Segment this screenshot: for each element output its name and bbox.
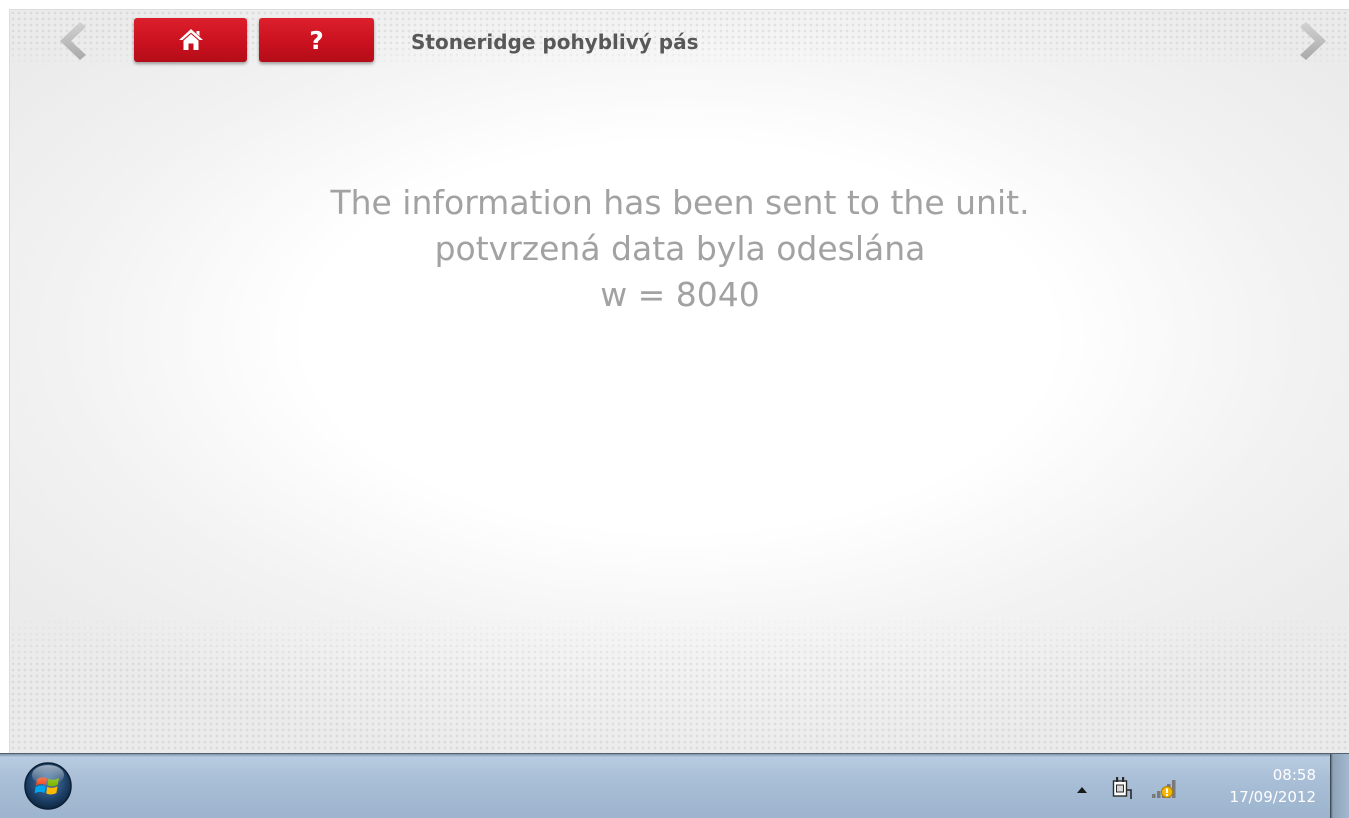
signal-status-button[interactable] [1150, 778, 1178, 800]
show-hidden-icons-button[interactable] [1075, 781, 1089, 793]
chevron-up-icon [1077, 787, 1087, 793]
page-title: Stoneridge pohyblivý pás [411, 30, 699, 54]
help-label: ? [309, 25, 324, 55]
power-status-button[interactable] [1111, 776, 1133, 800]
screen: ? Stoneridge pohyblivý pás The informati… [0, 0, 1349, 818]
help-button[interactable]: ? [259, 18, 374, 62]
next-arrow-button[interactable] [1296, 18, 1332, 64]
back-arrow-button[interactable] [54, 18, 90, 64]
message-line-czech: potvrzená data byla odeslána [434, 229, 926, 268]
message-line-value: w = 8040 [600, 275, 760, 314]
message-line-english: The information has been sent to the uni… [330, 183, 1030, 222]
windows-start-icon [24, 762, 72, 810]
status-message: The information has been sent to the uni… [10, 180, 1349, 318]
system-clock[interactable]: 08:58 17/09/2012 [1198, 764, 1316, 808]
clock-date: 17/09/2012 [1229, 788, 1316, 806]
taskbar: 08:58 17/09/2012 [0, 753, 1349, 818]
chevron-right-icon [1300, 22, 1326, 60]
home-button[interactable] [134, 18, 247, 62]
clock-time: 08:58 [1272, 766, 1316, 784]
chevron-left-icon [60, 22, 86, 60]
app-window: ? Stoneridge pohyblivý pás The informati… [9, 9, 1349, 753]
start-button[interactable] [23, 761, 73, 811]
home-icon [178, 29, 203, 50]
dot-pattern-bottom [10, 613, 1349, 753]
show-desktop-button[interactable] [1330, 754, 1349, 818]
power-plug-icon [1112, 777, 1132, 799]
signal-bars-icon [1152, 780, 1176, 798]
